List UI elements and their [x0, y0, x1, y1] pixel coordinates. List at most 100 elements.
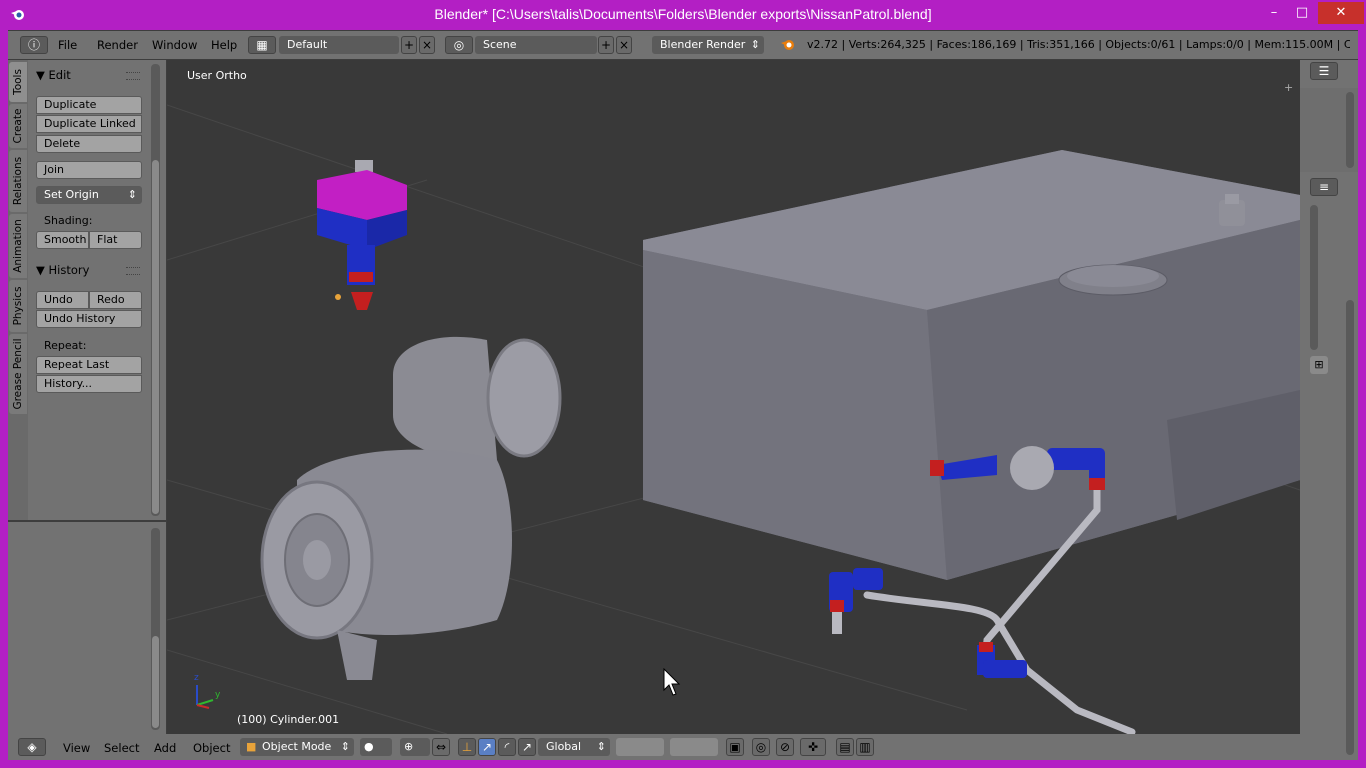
smooth-button[interactable]: Smooth [36, 231, 89, 249]
alternator[interactable] [260, 449, 512, 680]
scene-icon: ◎ [453, 38, 465, 52]
manipulator-toggle-icon[interactable]: ⇔ [432, 738, 450, 756]
dropdown-arrows-icon: ⇕ [596, 740, 606, 753]
menu-file[interactable]: File [58, 38, 77, 52]
tab-physics[interactable]: Physics [9, 280, 27, 332]
undo-button[interactable]: Undo [36, 291, 89, 309]
render-still-icon[interactable]: ▤ [836, 738, 854, 756]
snap-toggle-icon[interactable]: ⊘ [776, 738, 794, 756]
duplicate-linked-button[interactable]: Duplicate Linked [36, 115, 142, 133]
editor-type-info-button[interactable]: ⓘ [20, 36, 48, 54]
3d-viewport[interactable]: User Ortho z y (100) Cylinder.001 + [167, 60, 1300, 734]
selected-fuel-pump[interactable] [317, 160, 407, 310]
flat-button[interactable]: Flat [89, 231, 142, 249]
interaction-mode-dropdown[interactable]: ■ Object Mode ⇕ [240, 738, 354, 756]
menu-view[interactable]: View [63, 741, 90, 755]
viewport-scene [167, 104, 1300, 734]
blender-logo-icon [781, 40, 794, 50]
menu-select[interactable]: Select [104, 741, 139, 755]
edit-panel-header[interactable]: ▼ Edit [36, 68, 71, 82]
operator-panel-scrollbar[interactable] [151, 528, 160, 730]
render-animation-icon[interactable]: ▥ [856, 738, 874, 756]
minimize-button[interactable]: – [1262, 2, 1286, 24]
properties-add-icon[interactable]: ⊞ [1310, 356, 1328, 374]
drag-handle-icon[interactable] [126, 72, 140, 80]
info-header: ⓘ File Render Window Help ▦ Default + × … [8, 31, 1358, 59]
fuel-tank[interactable] [643, 150, 1300, 580]
axis-z-label: z [194, 673, 199, 683]
menu-help[interactable]: Help [211, 38, 237, 52]
tool-shelf-panel: ▼ Edit Duplicate Duplicate Linked Delete… [28, 60, 166, 520]
properties-scrollbar[interactable] [1346, 300, 1354, 755]
tool-panel-scrollbar[interactable] [151, 64, 160, 516]
axis-y-label: y [215, 690, 221, 700]
dropdown-arrows-icon: ⇕ [750, 38, 760, 51]
undo-history-button[interactable]: Undo History [36, 310, 142, 328]
layer-buttons-group-1[interactable] [616, 738, 664, 756]
viewport-shading-dropdown[interactable]: ● [360, 738, 392, 756]
scale-manipulator-icon[interactable]: ◜ [498, 738, 516, 756]
menu-object[interactable]: Object [193, 741, 230, 755]
join-button[interactable]: Join [36, 161, 142, 179]
shading-label: Shading: [44, 214, 93, 227]
properties-editor-type-icon[interactable]: ≡ [1310, 178, 1338, 196]
maximize-button[interactable]: □ [1290, 2, 1314, 24]
scene-selector[interactable]: ◎ [445, 36, 473, 54]
outliner-scrollbar[interactable] [1346, 92, 1354, 168]
history-panel-header[interactable]: ▼ History [36, 263, 89, 277]
mouse-cursor-icon [663, 668, 681, 696]
close-button[interactable]: ✕ [1318, 2, 1364, 24]
add-region-icon[interactable]: + [1284, 82, 1296, 94]
duplicate-button[interactable]: Duplicate [36, 96, 142, 114]
snap-element-icon[interactable]: ✜ [800, 738, 826, 756]
screen-layout-field[interactable]: Default [279, 36, 399, 54]
translate-manipulator-icon[interactable]: ⊥ [458, 738, 476, 756]
delete-button[interactable]: Delete [36, 135, 142, 153]
dropdown-arrows-icon: ⇕ [340, 740, 350, 753]
lock-layers-icon[interactable]: ▣ [726, 738, 744, 756]
pivot-point-dropdown[interactable]: ⊕ [400, 738, 430, 756]
3d-view-header: ◈ View Select Add Object ■ Object Mode ⇕… [8, 734, 1300, 760]
tab-create[interactable]: Create [9, 104, 27, 148]
tab-animation[interactable]: Animation [9, 214, 27, 278]
tab-grease-pencil[interactable]: Grease Pencil [9, 334, 27, 414]
right-editors-region: ☰ ≡ ⊞ [1300, 60, 1358, 760]
collapse-triangle-icon: ▼ [36, 68, 45, 82]
rotate-manipulator-icon[interactable]: ↗ [478, 738, 496, 756]
scrollbar-thumb[interactable] [152, 160, 159, 514]
outliner-editor-type-icon[interactable]: ☰ [1310, 62, 1338, 80]
proportional-edit-icon[interactable]: ◎ [752, 738, 770, 756]
menu-window[interactable]: Window [152, 38, 197, 52]
add-screen-icon[interactable]: + [401, 36, 417, 54]
set-origin-dropdown[interactable]: Set Origin ⇕ [36, 186, 142, 204]
fuel-filter[interactable] [393, 336, 562, 461]
redo-button[interactable]: Redo [89, 291, 142, 309]
history-more-button[interactable]: History... [36, 375, 142, 393]
info-icon: ⓘ [27, 38, 40, 52]
object-mode-icon: ■ [246, 740, 257, 753]
transform-manipulator-icon[interactable]: ↗ [518, 738, 536, 756]
tab-tools[interactable]: Tools [9, 62, 27, 102]
drag-handle-icon[interactable] [126, 267, 140, 275]
layer-buttons-group-2[interactable] [670, 738, 718, 756]
scrollbar-thumb[interactable] [152, 636, 159, 728]
screen-layout-selector[interactable]: ▦ [248, 36, 276, 54]
outliner-area[interactable] [1300, 88, 1358, 172]
properties-tabs-scrollbar[interactable] [1310, 205, 1318, 350]
axis-gizmo [196, 685, 214, 709]
scene-statistics: v2.72 | Verts:264,325 | Faces:186,169 | … [807, 38, 1350, 51]
render-engine-dropdown[interactable]: Blender Render ⇕ [652, 36, 764, 54]
transform-orientation-dropdown[interactable]: Global ⇕ [538, 738, 610, 756]
collapse-triangle-icon: ▼ [36, 263, 45, 277]
delete-scene-icon[interactable]: × [616, 36, 632, 54]
editor-type-3d-button[interactable]: ◈ [18, 738, 46, 756]
tab-relations[interactable]: Relations [9, 150, 27, 212]
view-name-label: User Ortho [187, 69, 247, 82]
add-scene-icon[interactable]: + [598, 36, 614, 54]
scene-field[interactable]: Scene [475, 36, 597, 54]
repeat-label: Repeat: [44, 339, 87, 352]
menu-add[interactable]: Add [154, 741, 176, 755]
repeat-last-button[interactable]: Repeat Last [36, 356, 142, 374]
delete-screen-icon[interactable]: × [419, 36, 435, 54]
menu-render[interactable]: Render [97, 38, 138, 52]
